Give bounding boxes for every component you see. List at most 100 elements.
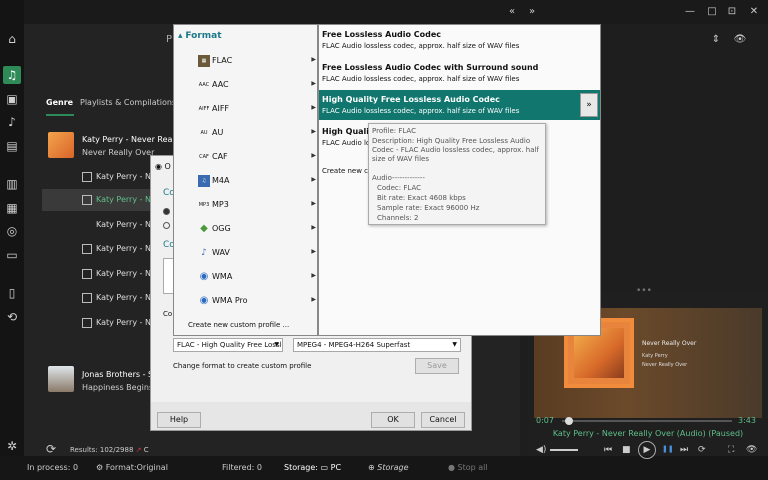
sidebar: ⌂ ♫ ▣ ♪ ▤ ▥ ▦ ◎ ▭ ▯ ⟲ ✲	[0, 0, 24, 480]
audio-profile-combo[interactable]: FLAC - High Quality Free Lossle ▼	[173, 338, 283, 352]
help-button[interactable]: Help	[157, 412, 201, 428]
format-item-wma[interactable]: ◉ WMA ▶	[198, 268, 316, 286]
video-profile-combo[interactable]: MPEG4 - MPEG4-H264 Superfast ▼	[293, 338, 461, 352]
time-total: 3:43	[738, 416, 756, 425]
profile-more-button[interactable]: »	[580, 93, 598, 117]
restore-button[interactable]: ⊡	[724, 4, 740, 20]
flac-icon: ▦	[198, 55, 210, 67]
format-item-ogg[interactable]: ◆ OGG ▶	[198, 220, 316, 238]
radio-option-1[interactable]	[163, 208, 170, 215]
storage-status[interactable]: Storage: ▭ PC	[284, 463, 341, 472]
tooltip-bitrate: Bit rate: Exact 4608 kbps	[377, 194, 466, 202]
change-format-hint: Change format to create custom profile	[173, 362, 312, 370]
volume-slider[interactable]	[550, 449, 578, 451]
caf-icon: CAF	[199, 154, 209, 160]
save-button[interactable]: Save	[415, 358, 459, 374]
monitor-icon[interactable]: ▭	[3, 246, 21, 264]
profile-item-flac-surround[interactable]: Free Lossless Audio Codec with Surround …	[319, 58, 600, 88]
broadcast-icon[interactable]: ◎	[3, 222, 21, 240]
results-count: Results: 102/2988 ↗ C	[70, 446, 149, 454]
film-icon	[82, 269, 92, 279]
document-icon[interactable]: ▤	[3, 137, 21, 155]
format-item-au[interactable]: AU AU ▶	[198, 124, 316, 142]
ogg-icon: ◆	[200, 223, 208, 234]
radio-option-2[interactable]	[163, 222, 170, 229]
music-icon[interactable]: ♫	[3, 66, 21, 84]
now-playing-album: Never Really Over	[642, 362, 688, 368]
video-convert-icon[interactable]: ▦	[3, 199, 21, 217]
format-item-wma-pro[interactable]: ◉ WMA Pro ▶	[198, 292, 316, 310]
prev-button[interactable]: ⏮	[604, 445, 612, 455]
ok-button[interactable]: OK	[371, 412, 415, 428]
add-storage-button[interactable]: ⊕ Storage	[368, 463, 409, 472]
sync-icon[interactable]: ⟲	[3, 308, 21, 326]
maximize-button[interactable]: □	[704, 4, 720, 20]
time-elapsed: 0:07	[536, 416, 554, 425]
wav-icon: ♪	[201, 248, 207, 258]
minimize-button[interactable]: —	[682, 4, 698, 20]
repeat-button[interactable]: ⟳	[698, 445, 706, 455]
format-item-m4a[interactable]: ♫ M4A ▶	[198, 172, 316, 190]
album-art-jonas[interactable]	[48, 366, 74, 392]
radio-icon[interactable]: ▣	[3, 90, 21, 108]
volume-icon[interactable]: ◀)	[536, 445, 546, 455]
dialog-section-3: Co	[163, 310, 173, 318]
wma-pro-icon: ◉	[199, 295, 209, 306]
format-item-mp3[interactable]: MP3 MP3 ▶	[198, 196, 316, 214]
album-title[interactable]: Katy Perry - Never Really	[82, 135, 182, 144]
refresh-icon[interactable]: ⟳	[46, 442, 56, 456]
progress-knob[interactable]	[565, 417, 574, 425]
close-button[interactable]: ✕	[746, 4, 762, 20]
format-menu: ▴ Format ▦ FLAC ▶ AAC AAC ▶ AIFF AIFF ▶ AU AU ▶ …	[173, 24, 318, 336]
album-subtitle: Happiness Begins	[82, 383, 154, 392]
sort-icon[interactable]: ⇕	[708, 32, 724, 48]
format-menu-header[interactable]: ▴ Format	[178, 31, 222, 41]
film-icon	[82, 318, 92, 328]
format-item-wav[interactable]: ♪ WAV ▶	[198, 244, 316, 262]
tab-playlists[interactable]: Playlists & Compilations	[80, 98, 176, 107]
aiff-icon: AIFF	[198, 106, 210, 112]
tooltip-samplerate: Sample rate: Exact 96000 Hz	[377, 204, 480, 212]
album-title[interactable]: Jonas Brothers - Su	[82, 370, 158, 379]
now-playing-artist: Katy Perry	[642, 353, 668, 359]
podcast-music-icon[interactable]: ♪	[3, 113, 21, 131]
create-custom-profile-item[interactable]: Create new custom profile ...	[188, 321, 289, 329]
format-item-caf[interactable]: CAF CAF ▶	[198, 148, 316, 166]
nav-prev-button[interactable]: «	[504, 4, 520, 20]
tooltip-audio-header: Audio-------------	[372, 174, 425, 182]
player-drag-dots[interactable]: •••	[636, 286, 652, 296]
home-icon[interactable]: ⌂	[3, 30, 21, 48]
profile-item-flac-hq[interactable]: High Quality Free Lossless Audio Codec FL…	[319, 90, 600, 120]
format-status[interactable]: ⚙ Format:Original	[96, 463, 168, 472]
player-caption: Katy Perry - Never Really Over (Audio) (…	[552, 429, 744, 438]
tooltip-profile: Profile: FLAC	[372, 127, 416, 135]
profile-item-flac[interactable]: Free Lossless Audio Codec FLAC Audio loss…	[319, 25, 600, 55]
top-bar: « » — □ ⊡ ✕	[24, 0, 768, 24]
format-item-flac[interactable]: ▦ FLAC ▶	[198, 52, 316, 70]
format-item-aiff[interactable]: AIFF AIFF ▶	[198, 100, 316, 118]
file-icon[interactable]: ▯	[3, 284, 21, 302]
progress-track[interactable]	[562, 420, 732, 422]
settings-icon[interactable]: ✲	[3, 437, 21, 455]
album-art-katy[interactable]	[48, 132, 74, 158]
format-item-aac[interactable]: AAC AAC ▶	[198, 76, 316, 94]
tab-genre[interactable]: Genre	[46, 98, 73, 107]
player-eye-icon[interactable]: 👁	[746, 445, 757, 455]
tab-underline	[46, 114, 74, 116]
in-process-status: In process: 0	[27, 463, 79, 472]
stop-all-button[interactable]: ● Stop all	[448, 463, 488, 472]
nav-next-button[interactable]: »	[524, 4, 540, 20]
fullscreen-button[interactable]: ⛶	[728, 445, 734, 455]
now-playing-title: Never Really Over	[642, 340, 697, 347]
pause-button[interactable]: ❚❚	[662, 445, 674, 453]
play-button[interactable]: ▶	[638, 441, 656, 459]
cancel-button[interactable]: Cancel	[421, 412, 465, 428]
next-button[interactable]: ⏭	[680, 445, 688, 455]
stop-button[interactable]: ■	[622, 445, 631, 455]
film-icon	[82, 293, 92, 303]
profile-tooltip: Profile: FLAC Description: High Quality …	[368, 123, 546, 225]
wma-icon: ◉	[199, 271, 209, 282]
view-eye-icon[interactable]: 👁	[732, 32, 748, 48]
album-subtitle: Never Really Over	[82, 148, 155, 157]
film-icon[interactable]: ▥	[3, 175, 21, 193]
